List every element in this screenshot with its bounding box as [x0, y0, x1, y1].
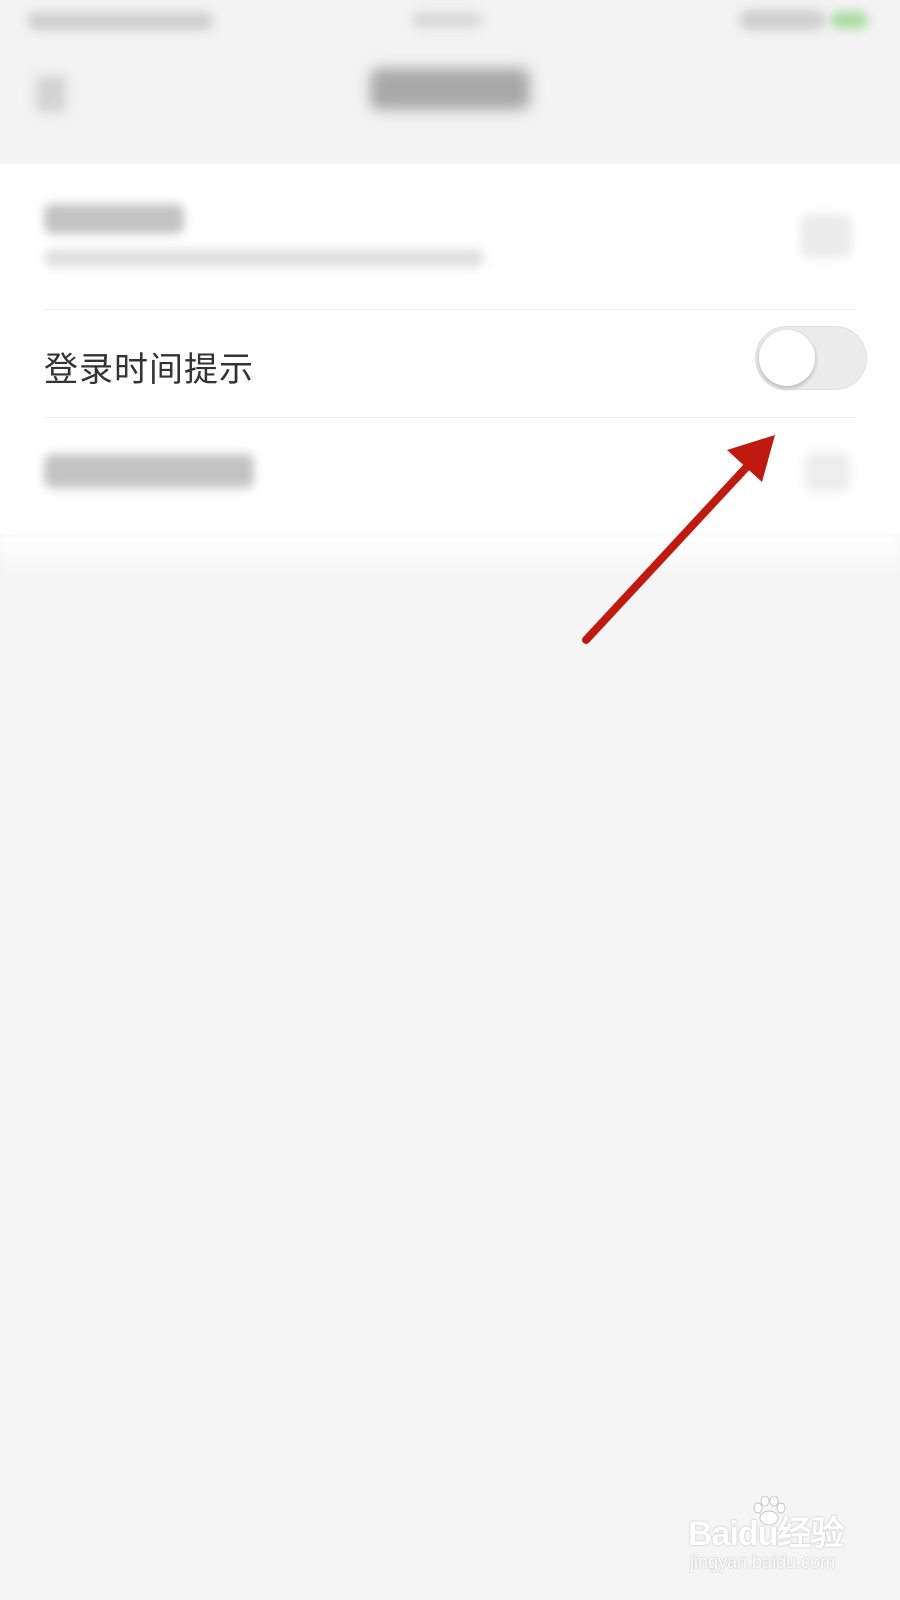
login-time-reminder-label: 登录时间提示 [44, 350, 254, 390]
status-bar [0, 0, 900, 46]
navigation-bar [0, 46, 900, 164]
toggle-knob [759, 330, 815, 386]
login-time-reminder-toggle[interactable] [755, 326, 867, 390]
baidu-jingyan-watermark: Baidu经验 jingyan.baidu.com [688, 1496, 868, 1580]
settings-row-blurred-1[interactable] [0, 164, 900, 310]
page-title-blurred [370, 68, 530, 110]
settings-card: 登录时间提示 [0, 164, 900, 534]
status-bar-time-blurred [412, 12, 482, 28]
status-bar-indicators-blurred [740, 10, 825, 30]
settings-row-control-blurred [800, 214, 852, 258]
battery-icon [830, 12, 868, 28]
settings-row-title-blurred [44, 454, 254, 488]
watermark-url: jingyan.baidu.com [690, 1552, 836, 1572]
settings-row-login-time-reminder: 登录时间提示 [0, 310, 900, 417]
screen: 登录时间提示 Baidu经验 jingyan.baidu.com [0, 0, 900, 1600]
settings-row-subtitle-blurred [44, 249, 484, 267]
settings-row-control-blurred [805, 452, 850, 492]
paw-logo-icon [753, 1496, 786, 1526]
settings-row-title-blurred [44, 204, 184, 234]
status-bar-carrier-blurred [28, 12, 213, 30]
back-arrow-icon[interactable] [36, 76, 66, 112]
settings-row-blurred-3[interactable] [0, 418, 900, 528]
watermark-brand-suffix: 经验 [777, 1515, 844, 1553]
